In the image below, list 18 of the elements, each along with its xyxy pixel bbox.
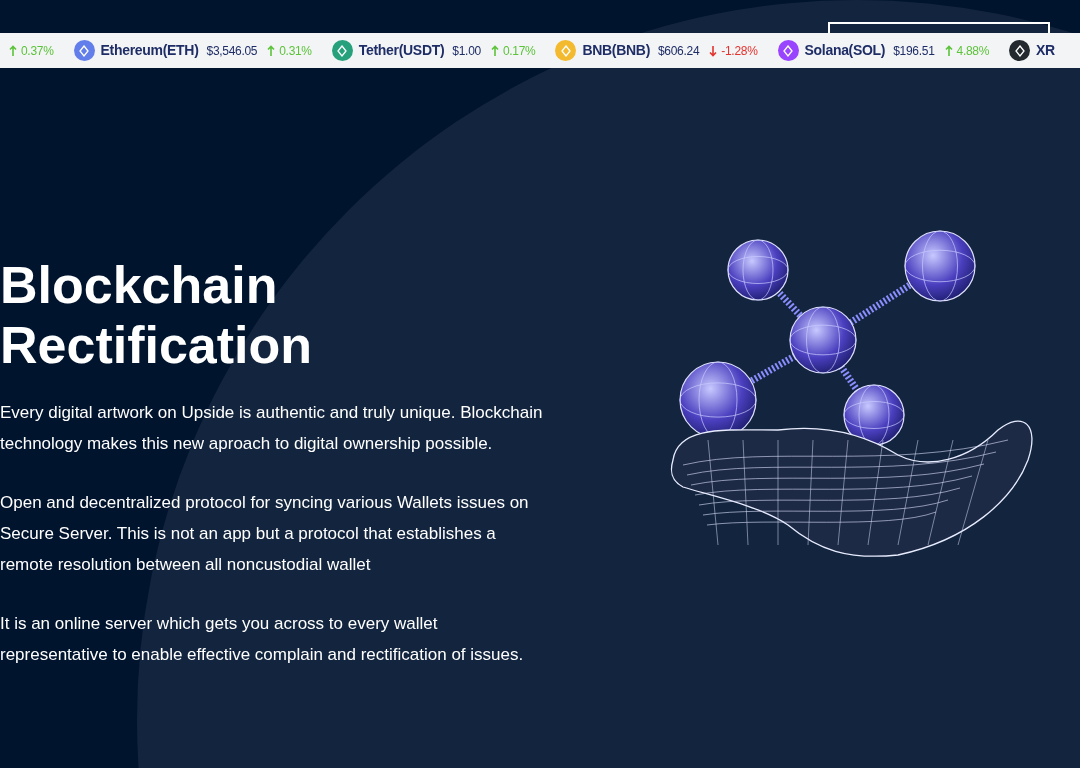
price-change: 0.37% [21,42,54,60]
coin-name[interactable]: Tether(USDT) [358,40,445,61]
coin-price: $606.24 [658,42,700,60]
coin-price: $1.00 [452,42,481,60]
hero-title: Blockchain Rectification [0,255,314,375]
coin-name[interactable]: Ethereum(ETH) [100,40,199,61]
price-change: 4.88% [956,42,990,60]
coin-price: $3,546.05 [206,42,258,60]
hero-paragraph: It is an online server which gets you across to every wallet representative to enable effective complain and rectification of issues. [0,613,525,666]
hero-paragraph: Every digital artwork on Upside is authentic and truly unique. Blockchain technology makes this new aproach to digital ownership possible. [0,402,544,455]
hero-paragraph: Open and decentralized protocol for syncing various Wallets issues on Secure Server. This is not an app but a protocol that establishes a remote resolution between all noncustodial wallet [0,492,530,576]
price-change: 0.17% [502,42,536,60]
price-change: 0.31% [279,42,312,60]
price-change: -1.28% [721,42,758,60]
coin-name[interactable]: Solana(SOL) [804,40,886,61]
coin-price: $196.51 [893,42,935,60]
coin-name[interactable]: BNB(BNB) [582,40,650,61]
coin-name[interactable]: XR [1036,40,1055,61]
